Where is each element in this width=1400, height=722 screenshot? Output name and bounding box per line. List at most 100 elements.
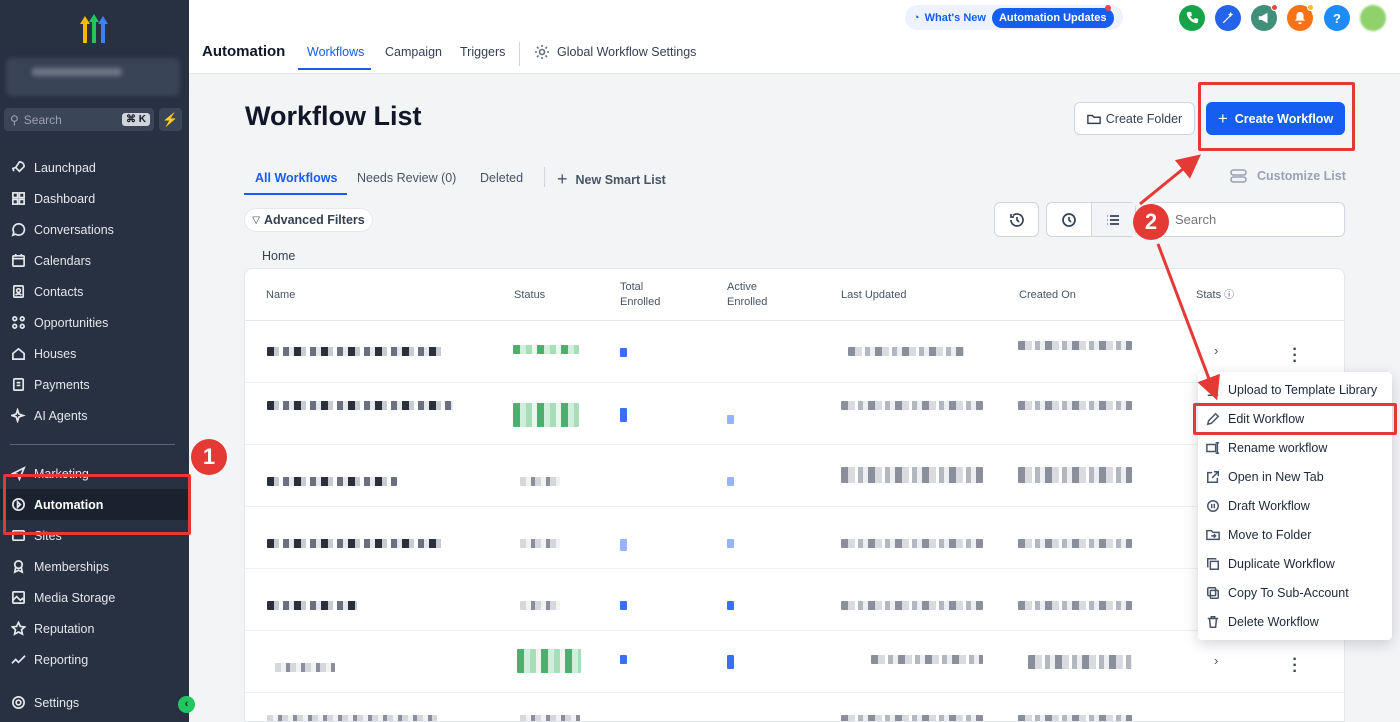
announcements-button[interactable] [1251,4,1278,31]
tab-global-workflow-settings[interactable]: Global Workflow Settings [534,44,696,60]
search-input[interactable] [1175,212,1325,227]
history-button[interactable] [994,202,1039,237]
chat-icon [10,222,26,238]
advanced-filters-button[interactable]: ▽ Advanced Filters [244,208,373,232]
sidebar-search[interactable]: ⚲ Search ⌘ K [4,108,154,131]
sidebar-item-settings[interactable]: Settings [0,687,189,718]
active-enrolled-bar [727,477,734,486]
app-logo[interactable] [76,12,112,44]
header-stats[interactable]: Stats ⓘ [1196,288,1234,303]
header-active-line1: Active [727,281,757,293]
sidebar-item-contacts[interactable]: Contacts [0,276,189,307]
customize-list-button[interactable]: Customize List [1230,169,1346,183]
row-actions-button[interactable]: · · · [1288,342,1302,370]
avatar[interactable] [1360,5,1386,31]
sidebar-divider [10,444,175,445]
subtab-all-workflows[interactable]: All Workflows [255,171,337,185]
annotation-highlight-automation [3,474,191,535]
menu-item-label: Copy To Sub-Account [1228,585,1349,600]
table-row[interactable] [245,693,1344,721]
redacted-name [267,715,437,721]
menu-item-draft-workflow[interactable]: Draft Workflow [1198,491,1392,520]
sidebar-item-memberships[interactable]: Memberships [0,551,189,582]
menu-item-copy-sub-account[interactable]: Copy To Sub-Account [1198,578,1392,607]
sidebar-item-conversations[interactable]: Conversations [0,214,189,245]
chevron-right-icon[interactable]: › [1214,653,1218,668]
tab-campaign[interactable]: Campaign [385,45,442,59]
total-enrolled-bar [620,655,627,664]
menu-item-label: Rename workflow [1228,440,1328,455]
header-name[interactable]: Name [266,288,295,303]
header-active-enrolled[interactable]: Active Enrolled [727,280,767,310]
header-total-enrolled[interactable]: Total Enrolled [620,280,660,310]
tab-divider [519,42,520,66]
sidebar-item-ai-agents[interactable]: AI Agents [0,400,189,431]
tab-triggers[interactable]: Triggers [460,45,505,59]
menu-item-upload-template[interactable]: Upload to Template Library [1198,375,1392,404]
row-actions-button[interactable]: · · · [1288,652,1302,680]
top-bar: Automation Workflows Campaign Triggers G… [189,0,1400,74]
sidebar-item-media-storage[interactable]: Media Storage [0,582,189,613]
breadcrumb[interactable]: Home [262,249,295,263]
chevron-right-icon[interactable]: › [1214,343,1218,358]
account-switcher[interactable] [6,58,180,96]
clock-view-button[interactable] [1047,203,1091,236]
subtab-needs-review[interactable]: Needs Review (0) [357,171,456,185]
bolt-icon: ⚡ [162,112,179,127]
sidebar-item-dashboard[interactable]: Dashboard [0,183,189,214]
subtab-deleted[interactable]: Deleted [480,171,523,185]
sidebar-item-reporting[interactable]: Reporting [0,644,189,675]
redacted-date [1018,539,1132,548]
tab-workflows[interactable]: Workflows [307,45,364,59]
header-status[interactable]: Status [514,288,545,303]
sidebar-item-reputation[interactable]: Reputation [0,613,189,644]
sidebar-item-launchpad[interactable]: Launchpad [0,152,189,183]
annotation-highlight-create [1198,82,1355,151]
menu-item-rename-workflow[interactable]: Rename workflow [1198,433,1392,462]
notifications-button[interactable] [1287,4,1314,31]
redacted-status [520,539,560,548]
menu-item-duplicate-workflow[interactable]: Duplicate Workflow [1198,549,1392,578]
chart-icon [10,652,26,668]
annotation-step-1: 1 [191,439,227,475]
sidebar-item-calendars[interactable]: Calendars [0,245,189,276]
table-row[interactable] [245,383,1344,445]
redacted-status [513,403,579,427]
automation-updates-pill[interactable]: Automation Updates [991,7,1114,28]
workflow-search[interactable] [1150,202,1345,237]
phone-icon [1186,11,1199,24]
redacted-date [848,347,964,356]
collapse-sidebar-button[interactable]: ‹ [178,696,195,713]
table-row[interactable] [245,445,1344,507]
phone-button[interactable] [1179,5,1205,31]
sidebar-item-houses[interactable]: Houses [0,338,189,369]
history-icon [1009,212,1024,227]
menu-item-open-new-tab[interactable]: Open in New Tab [1198,462,1392,491]
new-smart-list-button[interactable]: + New Smart List [557,169,666,190]
sidebar-item-label: Conversations [34,222,114,237]
total-enrolled-bar [620,348,627,357]
sidebar-item-label: Settings [34,695,80,710]
header-created-on[interactable]: Created On [1019,288,1076,303]
notification-dot [1271,4,1278,11]
header-last-updated[interactable]: Last Updated [841,288,906,303]
sidebar-item-opportunities[interactable]: Opportunities [0,307,189,338]
table-row[interactable] [245,569,1344,631]
arrow-to-create-button [1139,154,1201,206]
table-row[interactable]: › · · · [245,321,1344,383]
plus-icon: + [557,169,568,189]
table-row[interactable] [245,507,1344,569]
sidebar-item-payments[interactable]: Payments [0,369,189,400]
menu-item-delete-workflow[interactable]: Delete Workflow [1198,607,1392,636]
whats-new-banner[interactable]: ◔ What's New Automation Updates [905,5,1123,30]
magic-button[interactable] [1215,5,1241,31]
quick-action-button[interactable]: ⚡ [159,108,182,131]
upload-icon [1207,383,1219,396]
help-button[interactable]: ? [1324,5,1350,31]
sidebar-item-label: Reporting [34,652,89,667]
menu-item-move-to-folder[interactable]: Move to Folder [1198,520,1392,549]
list-view-button[interactable] [1090,203,1135,236]
table-row[interactable]: › · · · [245,631,1344,693]
create-folder-button[interactable]: Create Folder [1074,102,1195,135]
notification-dot [1307,4,1314,11]
